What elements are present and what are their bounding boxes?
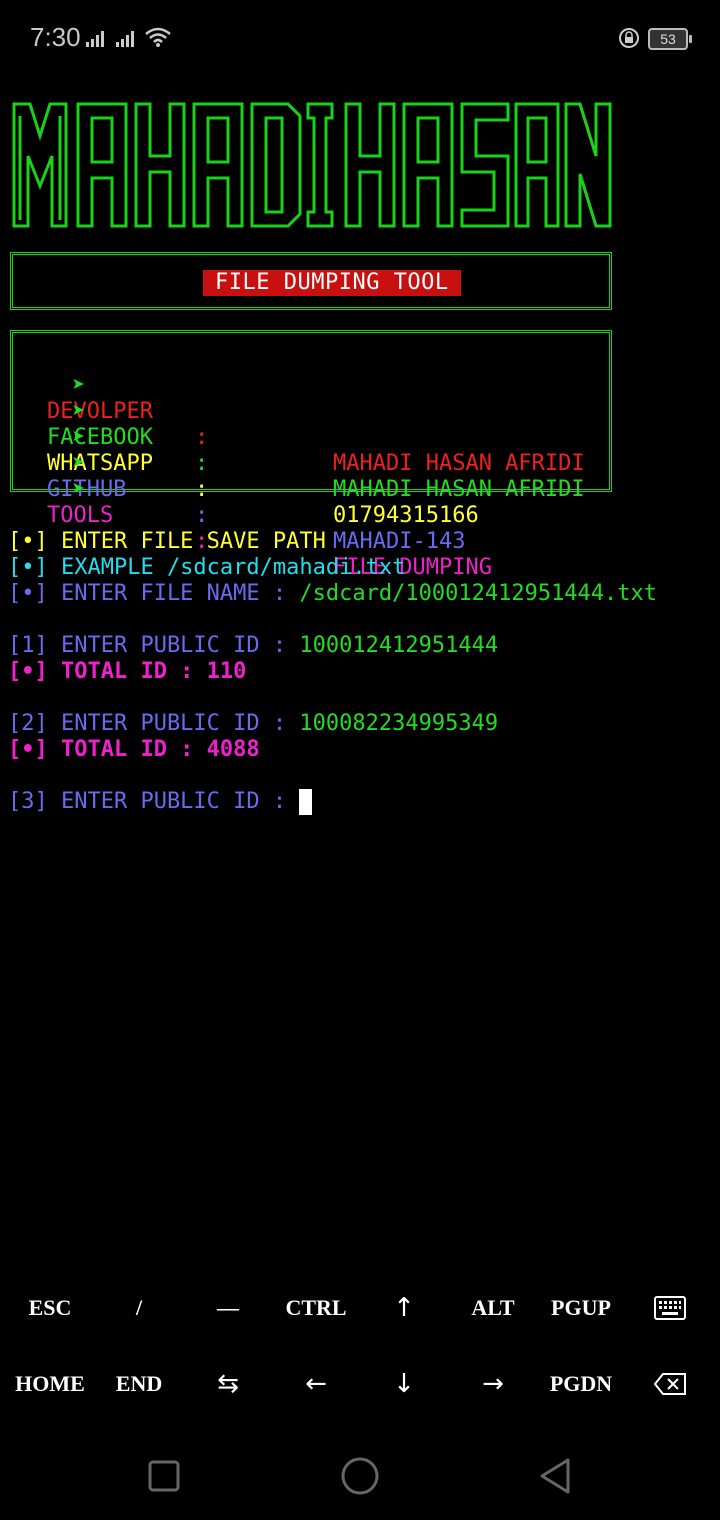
key-right[interactable]: → [449,1346,537,1422]
arrow-right-icon: → [482,1369,504,1399]
key-end[interactable]: END [95,1346,183,1422]
save-path-prompt: [•] ENTER FILE SAVE PATH [8,529,326,554]
info-colon: : [195,503,209,528]
status-bar: 7:30 53 [0,0,720,80]
key-pgdn[interactable]: PGDN [537,1346,625,1422]
file-name-prompt: [•] ENTER FILE NAME : [8,581,300,606]
public-id-value: 100012412951444 [299,633,499,658]
key-dash[interactable]: — [184,1270,272,1346]
public-id-prompt: [1] ENTER PUBLIC ID : [8,633,300,658]
key-pgup[interactable]: PGUP [537,1270,625,1346]
key-alt[interactable]: ALT [449,1270,537,1346]
navigation-bar [0,1430,720,1520]
back-icon[interactable] [534,1454,578,1498]
info-row-facebook: ➤ FACEBOOK : MAHADI HASAN AFRIDI [19,373,609,502]
key-tab[interactable]: ⇆ [184,1346,272,1422]
info-row-github: ➤ GITHUB : MAHADI-143 [19,425,609,554]
key-home[interactable]: HOME [6,1346,94,1422]
cell-signal-icon [86,31,104,47]
rotation-lock-icon [619,28,639,48]
key-ctrl[interactable]: CTRL [272,1270,360,1346]
info-colon: : [195,477,209,502]
battery-indicator: 53 [648,28,692,50]
info-value: MAHADI-143 [333,529,466,554]
key-esc[interactable]: ESC [6,1270,94,1346]
key-down[interactable]: ↓ [360,1346,448,1422]
text-cursor[interactable] [299,789,313,815]
info-value: 01794315166 [333,503,479,528]
status-time: 7:30 [30,22,81,52]
total-id-line-2: [•] TOTAL ID : 4088 [8,737,260,762]
info-row-developer: ➤ DEVOLPER : MAHADI HASAN AFRIDI [19,347,609,476]
arrow-up-icon: ↑ [393,1293,415,1323]
banner-logo [12,102,612,228]
public-id-line-2: [2] ENTER PUBLIC ID : 100082234995349 [8,711,498,737]
info-row-whatsapp: ➤ WHATSAPP : 01794315166 [19,399,609,528]
title-box: FILE DUMPING TOOL [10,252,612,310]
info-value: MAHADI HASAN AFRIDI [333,477,585,502]
key-up[interactable]: ↑ [360,1270,448,1346]
arrow-down-icon: ↓ [393,1369,415,1399]
wifi-icon [145,27,171,47]
key-left[interactable]: ← [272,1346,360,1422]
file-name-line: [•] ENTER FILE NAME : /sdcard/1000124129… [8,581,657,607]
cell-signal-2-icon [116,31,134,47]
key-backspace[interactable] [626,1346,714,1422]
public-id-value: 100082234995349 [299,711,499,736]
total-id-line-1: [•] TOTAL ID : 110 [8,659,247,684]
extra-keys-bar: ESC / — CTRL ↑ ALT PGUP HOME END ⇆ ← ↓ →… [0,1270,720,1430]
info-label: TOOLS [47,503,114,528]
info-row-tools: ➤ TOOLS : FILE DUMPING [19,451,609,580]
key-slash[interactable]: / [95,1270,183,1346]
public-id-prompt: [2] ENTER PUBLIC ID : [8,711,300,736]
recents-icon[interactable] [142,1454,186,1498]
home-icon[interactable] [338,1454,382,1498]
backspace-icon [653,1373,686,1395]
keyboard-toggle-button[interactable] [626,1270,714,1346]
arrow-left-icon: ← [305,1369,327,1399]
tool-title: FILE DUMPING TOOL [203,270,461,296]
tab-icon: ⇆ [217,1369,239,1399]
file-name-value: /sdcard/100012412951444.txt [299,581,658,606]
public-id-line-1: [1] ENTER PUBLIC ID : 100012412951444 [8,633,498,659]
arrow-icon: ➤ [71,477,86,502]
info-box: ➤ DEVOLPER : MAHADI HASAN AFRIDI ➤ FACEB… [10,330,612,580]
public-id-prompt: [3] ENTER PUBLIC ID : [8,789,300,814]
current-input-line[interactable]: [3] ENTER PUBLIC ID : [8,789,313,815]
example-prompt: [•] EXAMPLE /sdcard/mahadi.txt [8,555,406,580]
keyboard-icon [654,1296,686,1320]
